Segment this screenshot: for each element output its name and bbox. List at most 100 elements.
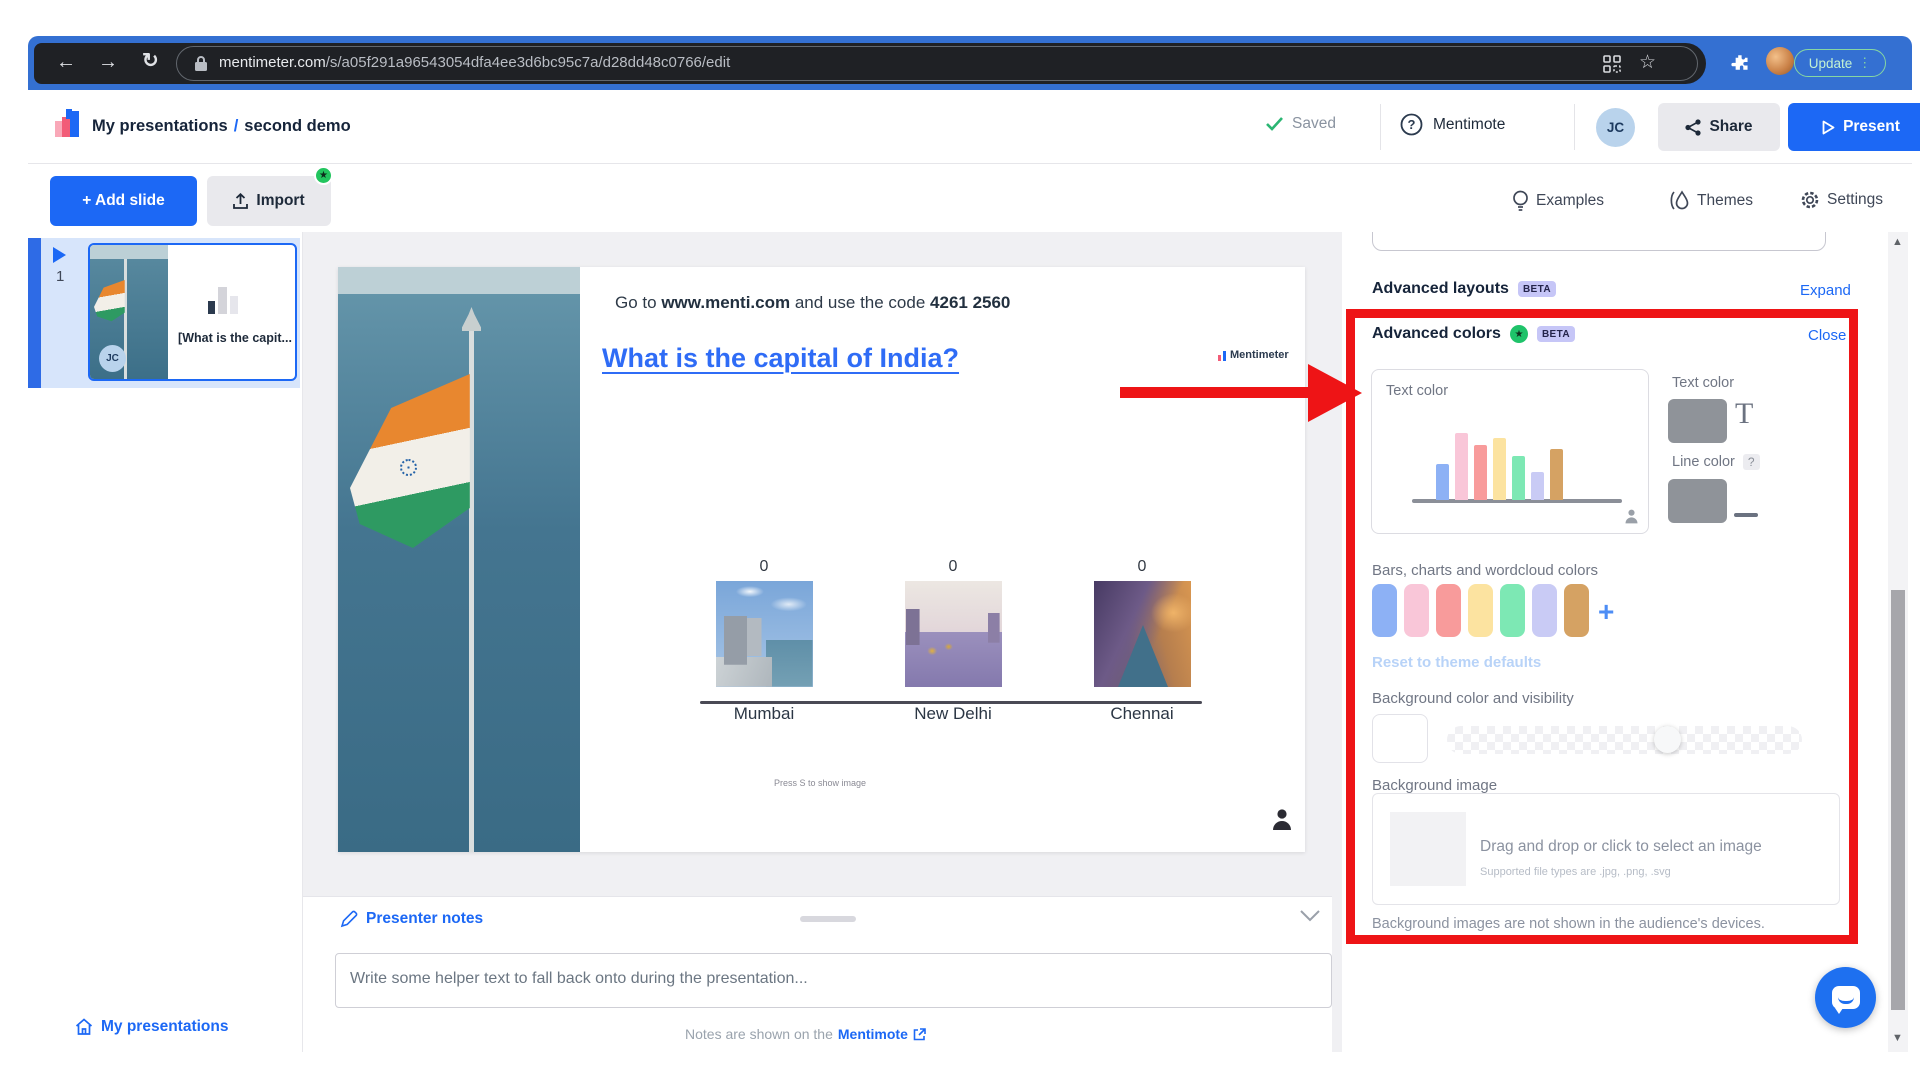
advanced-layouts-label: Advanced layouts bbox=[1372, 280, 1509, 297]
user-avatar[interactable]: JC bbox=[1596, 108, 1635, 147]
scroll-up-icon[interactable]: ▲ bbox=[1892, 236, 1903, 248]
vote-count: 0 bbox=[759, 558, 769, 575]
slide-thumbnail[interactable]: JC [What is the capit... bbox=[88, 243, 297, 381]
browser-toolbar: ← → ↻ mentimeter.com/s/a05f291a96543054d… bbox=[34, 43, 1706, 84]
chat-launcher-button[interactable] bbox=[1815, 967, 1876, 1028]
presenter-notes-toggle[interactable]: Presenter notes bbox=[340, 910, 483, 928]
join-instructions: Go to www.menti.com and use the code 426… bbox=[615, 293, 1011, 312]
annotation-arrow-head bbox=[1308, 364, 1362, 422]
settings-label: Settings bbox=[1827, 191, 1884, 208]
check-icon bbox=[1266, 117, 1283, 131]
chart-option-column[interactable]: 0 New Delhi bbox=[877, 558, 1029, 724]
notes-footer: Notes are shown on the Mentimote bbox=[685, 1026, 926, 1042]
mentimeter-watermark: Mentimeter bbox=[1218, 349, 1289, 361]
extensions-puzzle-icon[interactable] bbox=[1728, 51, 1752, 75]
slide-question-title[interactable]: What is the capital of India? bbox=[602, 343, 959, 374]
home-icon bbox=[75, 1018, 93, 1035]
selected-slide-accent-bar bbox=[28, 238, 41, 388]
theme-droplet-icon bbox=[1670, 190, 1689, 210]
update-label: Update bbox=[1808, 55, 1853, 71]
examples-button[interactable]: Examples bbox=[1512, 190, 1604, 212]
breadcrumb-separator: / bbox=[233, 117, 239, 135]
breadcrumb: My presentations / second demo bbox=[92, 117, 351, 136]
share-icon bbox=[1685, 118, 1702, 136]
vote-count: 0 bbox=[1137, 558, 1147, 575]
screenshot-root: ← → ↻ mentimeter.com/s/a05f291a96543054d… bbox=[0, 0, 1920, 1080]
watermark-logo-icon bbox=[1218, 351, 1226, 361]
browser-chrome: ← → ↻ mentimeter.com/s/a05f291a96543054d… bbox=[28, 36, 1912, 90]
mentimote-link[interactable]: Mentimote bbox=[838, 1026, 908, 1042]
my-presentations-label: My presentations bbox=[101, 1018, 229, 1035]
bookmark-star-icon[interactable]: ☆ bbox=[1639, 51, 1656, 74]
notes-footer-text: Notes are shown on the bbox=[685, 1026, 833, 1042]
import-label: Import bbox=[256, 192, 305, 209]
url-text[interactable]: mentimeter.com/s/a05f291a96543054dfa4ee3… bbox=[219, 54, 730, 71]
thumbnail-flag-image: JC bbox=[90, 245, 168, 379]
browser-update-button[interactable]: Update ⋮ bbox=[1794, 49, 1886, 77]
option-label: New Delhi bbox=[914, 704, 992, 723]
reload-icon[interactable]: ↻ bbox=[142, 51, 159, 71]
themes-button[interactable]: Themes bbox=[1668, 190, 1753, 211]
lightbulb-icon bbox=[1513, 190, 1528, 211]
breadcrumb-root[interactable]: My presentations bbox=[92, 117, 228, 136]
scroll-down-icon[interactable]: ▼ bbox=[1892, 1032, 1903, 1044]
chat-bubble-icon bbox=[1831, 986, 1860, 1014]
beta-badge: BETA bbox=[1517, 281, 1557, 297]
slide-number: 1 bbox=[56, 268, 65, 285]
upload-icon bbox=[233, 192, 249, 209]
share-button[interactable]: Share bbox=[1658, 103, 1780, 151]
option-image bbox=[1093, 581, 1191, 687]
add-slide-button[interactable]: + Add slide bbox=[50, 176, 197, 226]
mentimeter-logo[interactable] bbox=[55, 109, 81, 139]
add-slide-label: + Add slide bbox=[82, 192, 165, 209]
thumbnail-avatar: JC bbox=[99, 345, 126, 372]
my-presentations-link[interactable]: My presentations bbox=[75, 1018, 228, 1036]
app-header: My presentations / second demo Saved ? M… bbox=[28, 90, 1920, 164]
presenter-notes-label: Presenter notes bbox=[366, 910, 484, 927]
saved-status: Saved bbox=[1266, 115, 1336, 133]
slide-play-indicator-icon bbox=[53, 247, 66, 263]
import-pro-star-badge: ★ bbox=[314, 166, 333, 185]
expand-link[interactable]: Expand bbox=[1800, 282, 1851, 299]
saved-label: Saved bbox=[1292, 115, 1336, 132]
mentimote-button[interactable]: ? Mentimote bbox=[1400, 113, 1505, 136]
external-link-icon bbox=[913, 1027, 926, 1040]
svg-text:?: ? bbox=[1408, 117, 1416, 132]
share-label: Share bbox=[1709, 118, 1753, 135]
import-button[interactable]: Import bbox=[207, 176, 331, 226]
forward-icon[interactable]: → bbox=[98, 52, 118, 72]
chevron-down-icon[interactable] bbox=[1300, 910, 1320, 922]
mentimote-label: Mentimote bbox=[1433, 115, 1506, 133]
question-circle-icon: ? bbox=[1400, 113, 1423, 136]
thumbnail-title: [What is the capit... bbox=[178, 331, 292, 345]
chart-option-column[interactable]: 0 Mumbai bbox=[688, 558, 840, 724]
notes-drag-handle[interactable] bbox=[800, 916, 856, 922]
play-icon bbox=[1822, 120, 1835, 134]
present-button[interactable]: Present bbox=[1788, 103, 1920, 151]
presenter-notes-input[interactable] bbox=[335, 953, 1332, 1008]
scrollbar-thumb[interactable] bbox=[1891, 590, 1905, 1010]
advanced-layouts-row: Advanced layouts BETA bbox=[1372, 280, 1557, 298]
annotation-red-rectangle bbox=[1346, 309, 1858, 944]
address-bar[interactable]: mentimeter.com/s/a05f291a96543054dfa4ee3… bbox=[176, 46, 1698, 81]
thumbnail-chart-icon bbox=[208, 287, 238, 314]
back-icon[interactable]: ← bbox=[56, 52, 76, 72]
browser-profile-avatar[interactable] bbox=[1766, 47, 1794, 75]
chart-axis-line bbox=[700, 701, 1202, 704]
vote-count: 0 bbox=[948, 558, 958, 575]
pencil-icon bbox=[340, 910, 358, 928]
settings-button[interactable]: Settings bbox=[1800, 190, 1883, 210]
breadcrumb-current[interactable]: second demo bbox=[244, 117, 350, 136]
participants-icon[interactable] bbox=[1271, 807, 1293, 831]
lock-icon bbox=[195, 56, 207, 71]
tab-groups-icon[interactable] bbox=[1603, 55, 1621, 73]
chart-option-column[interactable]: 0 Chennai bbox=[1066, 558, 1218, 724]
examples-label: Examples bbox=[1536, 192, 1605, 209]
browser-menu-dots-icon[interactable]: ⋮ bbox=[1858, 55, 1871, 71]
india-flag-image bbox=[338, 267, 580, 852]
present-label: Present bbox=[1843, 118, 1900, 135]
annotation-arrow-shaft bbox=[1120, 387, 1312, 398]
gear-icon bbox=[1801, 191, 1819, 209]
panel-partial-input[interactable] bbox=[1372, 232, 1826, 251]
themes-label: Themes bbox=[1697, 191, 1753, 209]
